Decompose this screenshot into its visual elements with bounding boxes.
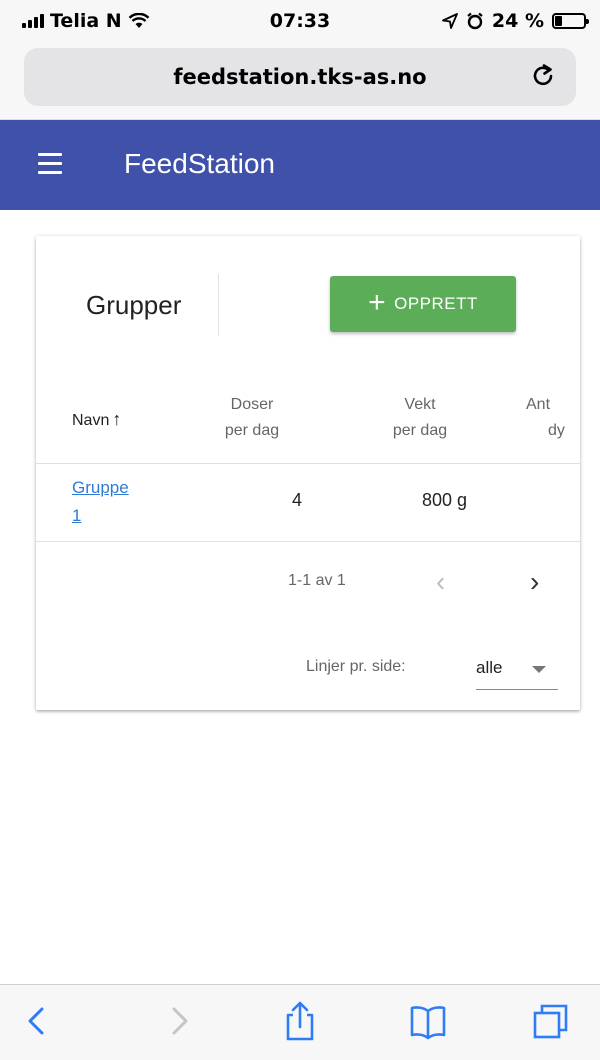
column-label-sub: per dag	[224, 422, 280, 439]
status-right: 24 %	[442, 10, 589, 32]
alarm-icon	[467, 12, 483, 30]
reload-icon[interactable]	[530, 62, 558, 90]
cell-vekt: 800 g	[422, 490, 468, 510]
previous-page-icon[interactable]: ‹	[436, 566, 445, 598]
share-icon[interactable]	[280, 999, 320, 1043]
rows-per-page-select[interactable]: alle	[476, 646, 558, 690]
column-label-sub: dy	[548, 422, 565, 439]
column-label: Doser	[230, 396, 274, 413]
card-title: Grupper	[86, 290, 182, 320]
browser-address-area: feedstation.tks-as.no	[0, 40, 600, 120]
menu-icon[interactable]	[38, 153, 62, 175]
url-text: feedstation.tks-as.no	[173, 65, 427, 89]
status-bar: Telia N 07:33 24 %	[0, 0, 600, 40]
app-bar: FeedStation	[0, 120, 600, 210]
column-header-vekt[interactable]: Vekt per dag	[380, 392, 460, 444]
rows-per-page-label: Linjer pr. side:	[306, 658, 406, 675]
cell-doser: 4	[292, 490, 303, 510]
rows-per-page-value: alle	[476, 658, 503, 677]
group-name-line1: Gruppe	[72, 478, 129, 497]
browser-toolbar	[0, 984, 600, 1060]
column-header-antall[interactable]: Ant dy	[526, 392, 580, 444]
arrow-up-icon: ↑	[112, 409, 122, 429]
forward-icon[interactable]	[158, 999, 198, 1043]
group-link[interactable]: Gruppe 1	[72, 474, 152, 530]
groups-card: Grupper + OPPRETT Navn ↑ Doser per dag Ve…	[36, 236, 580, 710]
battery-percent: 24 %	[491, 10, 544, 32]
plus-icon: +	[368, 285, 387, 319]
column-label: Vekt	[404, 396, 436, 413]
app-title: FeedStation	[124, 148, 275, 179]
column-header-doser[interactable]: Doser per dag	[212, 392, 292, 444]
dropdown-caret-icon	[532, 666, 546, 673]
group-name-line2: 1	[72, 506, 82, 525]
table-header: Navn ↑ Doser per dag Vekt per dag Ant dy	[36, 376, 580, 464]
create-button-label: OPPRETT	[394, 294, 478, 313]
battery-icon	[552, 13, 589, 29]
table-row: Gruppe 1 4 800 g	[36, 464, 580, 542]
next-page-icon[interactable]: ›	[530, 566, 539, 598]
location-icon	[442, 13, 458, 29]
column-label-sub: per dag	[392, 422, 448, 439]
pagination: 1-1 av 1 ‹ ›	[36, 542, 580, 622]
bookmarks-icon[interactable]	[408, 999, 448, 1043]
column-label: Navn	[72, 412, 110, 429]
create-button[interactable]: + OPPRETT	[330, 276, 516, 332]
column-header-navn[interactable]: Navn ↑	[72, 406, 121, 434]
tabs-icon[interactable]	[530, 999, 570, 1043]
column-label: Ant	[526, 396, 551, 413]
title-divider	[218, 274, 219, 336]
address-bar[interactable]: feedstation.tks-as.no	[24, 48, 576, 106]
page-range: 1-1 av 1	[288, 572, 346, 589]
back-icon[interactable]	[18, 999, 58, 1043]
